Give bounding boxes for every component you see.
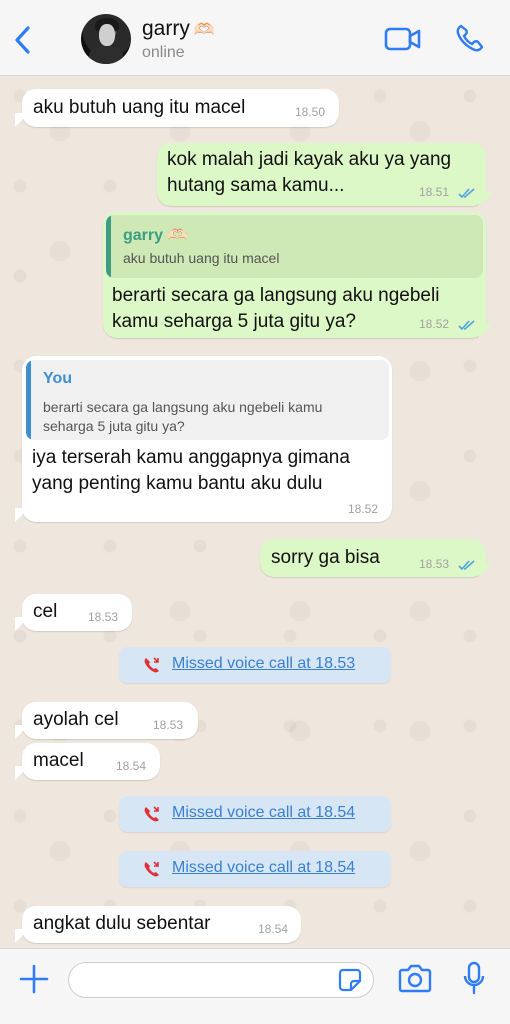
video-call-button[interactable] xyxy=(384,22,422,59)
quote-text: berarti secara ga langsung aku ngebeli k… xyxy=(43,399,323,434)
message-text: ayolah cel xyxy=(33,709,119,730)
message-outgoing[interactable]: kok malah jadi kayak aku ya yang hutang … xyxy=(157,143,486,206)
message-incoming[interactable]: macel 18.54 xyxy=(22,743,160,780)
message-text: cel xyxy=(33,601,58,622)
read-ticks-icon xyxy=(458,188,475,199)
missed-call-icon xyxy=(144,657,159,673)
avatar[interactable] xyxy=(81,14,131,64)
quote-author: You xyxy=(43,370,73,387)
message-outgoing[interactable]: sorry ga bisa 18.53 xyxy=(260,539,486,577)
message-text: angkat dulu sebentar xyxy=(33,913,211,934)
plus-icon xyxy=(19,964,49,994)
message-time: 18.54 xyxy=(116,759,147,773)
message-text: sorry ga bisa xyxy=(271,547,380,568)
message-time: 18.54 xyxy=(258,922,289,936)
back-button[interactable] xyxy=(8,22,40,58)
attach-button[interactable] xyxy=(18,963,50,1000)
message-text: berarti secara ga langsung aku ngebeli k… xyxy=(112,285,440,332)
camera-icon xyxy=(398,964,432,993)
message-incoming-reply[interactable]: You berarti secara ga langsung aku ngebe… xyxy=(22,356,392,522)
chat-header: garry 🫶🏻 online xyxy=(0,0,510,76)
message-time: 18.52 xyxy=(348,502,379,516)
voice-record-button[interactable] xyxy=(462,961,486,1002)
message-incoming[interactable]: aku butuh uang itu macel 18.50 xyxy=(22,89,339,127)
phone-icon xyxy=(456,24,484,52)
voice-call-button[interactable] xyxy=(454,22,486,59)
chat-area[interactable]: aku butuh uang itu macel 18.50 kok malah… xyxy=(0,76,510,948)
quote-bar xyxy=(26,360,31,440)
message-time: 18.53 xyxy=(153,718,184,732)
message-text: iya terserah kamu anggapnya gimana yang … xyxy=(32,447,350,494)
microphone-icon xyxy=(463,961,485,995)
message-text: macel xyxy=(33,750,84,771)
missed-call-notice[interactable]: Missed voice call at 18.53 xyxy=(119,647,391,683)
back-chevron-icon xyxy=(15,26,30,54)
missed-call-text[interactable]: Missed voice call at 18.53 xyxy=(172,655,355,673)
read-ticks-icon xyxy=(458,560,475,571)
message-text: kok malah jadi kayak aku ya yang hutang … xyxy=(167,149,452,196)
message-outgoing-reply[interactable]: garry 🫶🏻 aku butuh uang itu macel berart… xyxy=(103,212,486,338)
quote-author: garry 🫶🏻 xyxy=(123,227,188,244)
message-incoming[interactable]: angkat dulu sebentar 18.54 xyxy=(22,906,301,943)
read-ticks-icon xyxy=(458,320,475,331)
missed-call-notice[interactable]: Missed voice call at 18.54 xyxy=(119,796,391,832)
quote-bar xyxy=(106,215,111,278)
missed-call-icon xyxy=(144,806,159,822)
message-incoming[interactable]: ayolah cel 18.53 xyxy=(22,702,198,739)
message-input[interactable] xyxy=(68,962,374,998)
contact-name[interactable]: garry 🫶🏻 xyxy=(142,17,215,41)
message-time: 18.53 xyxy=(88,610,119,624)
message-time: 18.51 xyxy=(419,185,450,199)
message-time: 18.53 xyxy=(419,557,450,571)
video-call-icon xyxy=(384,27,421,51)
message-text: aku butuh uang itu macel xyxy=(33,97,246,118)
quote-text: aku butuh uang itu macel xyxy=(123,250,280,266)
message-incoming[interactable]: cel 18.53 xyxy=(22,594,132,631)
camera-button[interactable] xyxy=(398,963,432,998)
missed-call-icon xyxy=(144,861,159,877)
missed-call-notice[interactable]: Missed voice call at 18.54 xyxy=(119,851,391,887)
sticker-button[interactable] xyxy=(338,968,362,997)
quoted-message[interactable]: You berarti secara ga langsung aku ngebe… xyxy=(26,360,389,440)
contact-emoji: 🫶🏻 xyxy=(193,20,216,39)
quoted-message[interactable]: garry 🫶🏻 aku butuh uang itu macel xyxy=(106,215,483,278)
contact-status: online xyxy=(142,44,185,61)
composer-bar xyxy=(0,948,510,1024)
sticker-icon xyxy=(338,968,362,992)
message-time: 18.50 xyxy=(295,105,326,119)
missed-call-text[interactable]: Missed voice call at 18.54 xyxy=(172,859,355,877)
message-time: 18.52 xyxy=(419,317,450,331)
missed-call-text[interactable]: Missed voice call at 18.54 xyxy=(172,804,355,822)
contact-name-text: garry xyxy=(142,17,190,40)
